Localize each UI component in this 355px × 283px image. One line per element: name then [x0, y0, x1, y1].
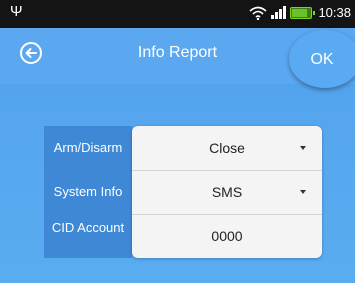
dropdown-caret-icon — [300, 190, 306, 194]
signal-icon — [271, 6, 287, 19]
clock: 10:38 — [318, 5, 351, 20]
system-info-value: SMS — [211, 184, 243, 200]
ok-label: OK — [310, 51, 334, 68]
arm-disarm-select[interactable]: Close — [132, 126, 322, 170]
cid-account-input[interactable]: 0000 — [132, 214, 322, 258]
arm-disarm-label: Arm/Disarm — [53, 140, 123, 155]
status-icons: 10:38 — [249, 5, 351, 20]
battery-level — [292, 8, 307, 17]
system-info-label: System Info — [53, 184, 123, 199]
info-report-form: Arm/Disarm System Info CID Account Close… — [44, 126, 322, 258]
label-column: Arm/Disarm System Info CID Account — [44, 126, 132, 258]
battery-icon — [290, 6, 316, 19]
cid-account-label: CID Account — [51, 220, 125, 235]
ok-button[interactable]: OK — [289, 30, 355, 88]
wifi-icon — [249, 6, 267, 20]
status-bar: Ψ 10:38 — [0, 0, 355, 28]
cid-account-value: 0000 — [211, 228, 243, 244]
dropdown-caret-icon — [300, 146, 306, 150]
arm-disarm-value: Close — [209, 140, 245, 156]
system-info-select[interactable]: SMS — [132, 170, 322, 214]
usb-icon: Ψ — [10, 3, 23, 20]
value-panel: Close SMS 0000 — [132, 126, 322, 258]
